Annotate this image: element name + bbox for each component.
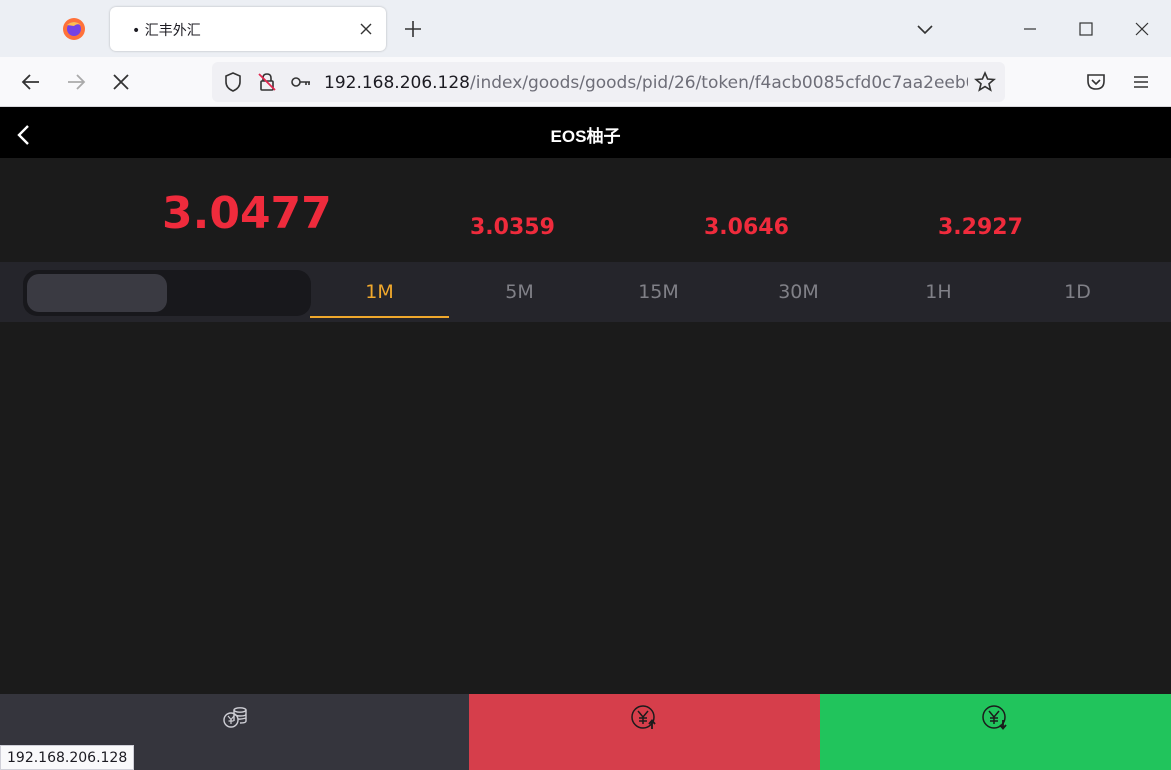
tab-5m[interactable]: 5M xyxy=(450,262,589,318)
bookmark-star-icon[interactable] xyxy=(973,70,997,94)
buy-down-button[interactable] xyxy=(820,694,1171,770)
page-title: EOS柚子 xyxy=(550,127,621,146)
key-icon[interactable] xyxy=(289,70,313,94)
shield-icon[interactable] xyxy=(221,70,245,94)
url-bar[interactable]: 192.168.206.128/index/goods/goods/pid/26… xyxy=(212,62,1005,102)
tab-1h[interactable]: 1H xyxy=(869,262,1008,318)
new-tab-icon[interactable] xyxy=(402,18,424,40)
buy-up-button[interactable] xyxy=(469,694,820,770)
price-panel: 3.0477 3.0359 3.0646 3.2927 xyxy=(0,158,1171,262)
yen-up-icon xyxy=(631,705,656,729)
forward-arrow-icon[interactable] xyxy=(64,70,88,94)
browser-tab-bar: • 汇丰外汇 xyxy=(0,0,1171,57)
web-page: EOS柚子 3.0477 3.0359 3.0646 3.2927 1M 5M … xyxy=(0,107,1171,770)
url-text[interactable]: 192.168.206.128/index/goods/goods/pid/26… xyxy=(324,73,968,93)
tab-1m[interactable]: 1M xyxy=(310,262,449,318)
app-header: EOS柚子 xyxy=(0,107,1171,158)
pocket-icon[interactable] xyxy=(1084,70,1108,94)
current-price: 3.0477 xyxy=(162,188,332,239)
coins-icon xyxy=(223,707,247,728)
period-selector: 1M 5M 15M 30M 1H 1D xyxy=(0,262,1171,322)
toggle-knob[interactable] xyxy=(27,274,167,312)
url-host: 192.168.206.128 xyxy=(324,73,471,93)
menu-icon[interactable] xyxy=(1129,70,1153,94)
url-path: /index/goods/goods/pid/26/token/f4acb008… xyxy=(470,73,968,93)
status-bar-url: 192.168.206.128 xyxy=(0,745,135,770)
maximize-icon[interactable] xyxy=(1074,17,1098,41)
browser-nav-bar: 192.168.206.128/index/goods/goods/pid/26… xyxy=(0,57,1171,107)
price-value-3: 3.2927 xyxy=(938,215,1023,240)
close-window-icon[interactable] xyxy=(1130,17,1154,41)
firefox-icon[interactable] xyxy=(62,17,86,41)
tab-30m[interactable]: 30M xyxy=(729,262,868,318)
chart-mode-toggle[interactable] xyxy=(23,270,311,316)
back-arrow-icon[interactable] xyxy=(19,70,43,94)
close-tab-icon[interactable] xyxy=(356,19,376,39)
minimize-icon[interactable] xyxy=(1018,17,1042,41)
tab-15m[interactable]: 15M xyxy=(589,262,728,318)
bottom-action-bar xyxy=(0,694,1171,770)
yen-down-icon xyxy=(982,705,1007,730)
price-value-1: 3.0359 xyxy=(470,215,555,240)
active-tab[interactable]: • 汇丰外汇 xyxy=(110,7,386,51)
price-value-2: 3.0646 xyxy=(704,215,789,240)
chart-area[interactable] xyxy=(0,322,1171,694)
list-tabs-icon[interactable] xyxy=(913,17,937,41)
tab-title: • 汇丰外汇 xyxy=(132,23,201,39)
tab-1d[interactable]: 1D xyxy=(1008,262,1147,318)
insecure-lock-icon[interactable] xyxy=(255,70,279,94)
stop-loading-icon[interactable] xyxy=(109,70,133,94)
